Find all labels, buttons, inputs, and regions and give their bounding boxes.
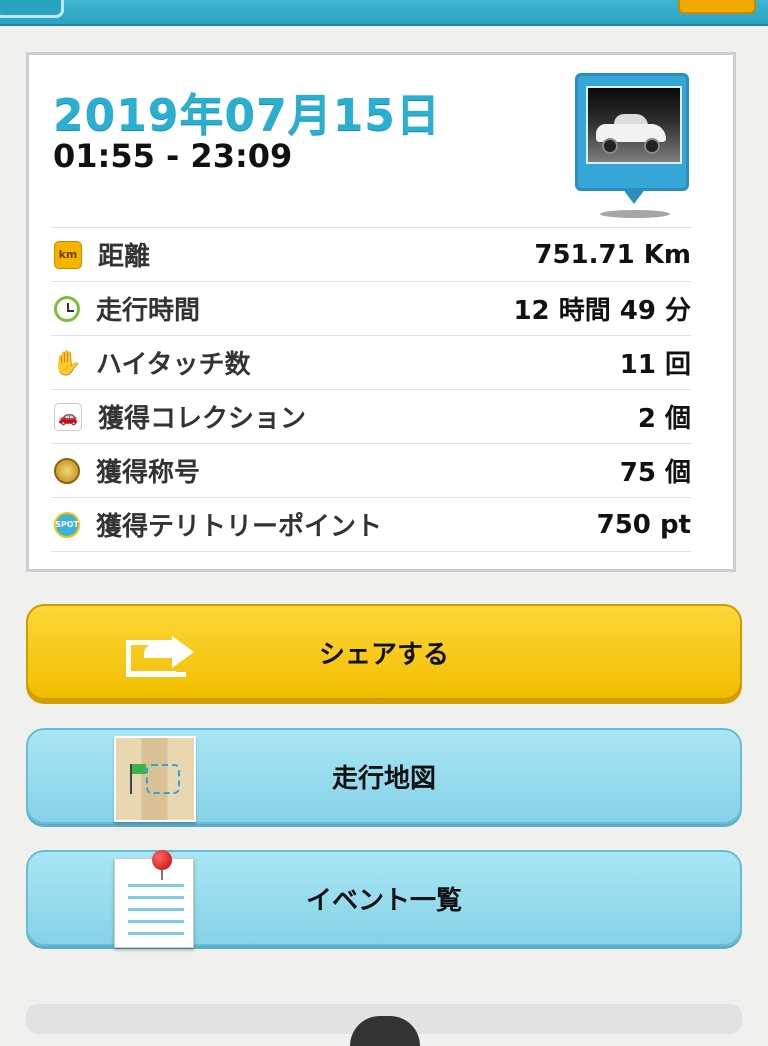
stats-list: km 距離 751.71 Km 走行時間 12 時間 49 分 ✋ ハイタッチ数… — [51, 227, 691, 552]
car-photo — [586, 86, 682, 164]
stat-value: 12 時間 49 分 — [513, 296, 691, 326]
stat-row-territory-points: SPOT 獲得テリトリーポイント 750 pt — [51, 497, 691, 552]
stat-row-collections: 🚗 獲得コレクション 2 個 — [51, 389, 691, 443]
stat-row-high-fives: ✋ ハイタッチ数 11 回 — [51, 335, 691, 389]
medal-icon — [54, 457, 80, 484]
event-list-button[interactable]: イベント一覧 — [26, 850, 742, 948]
map-icon — [114, 736, 196, 822]
top-bar — [0, 0, 768, 26]
share-button-label: シェアする — [318, 639, 449, 670]
event-list-button-label: イベント一覧 — [305, 885, 462, 916]
share-icon — [118, 618, 196, 688]
stat-label: 獲得テリトリーポイント — [96, 512, 383, 542]
car-icon: 🚗 — [54, 402, 82, 431]
stat-value: 2 個 — [637, 404, 691, 434]
stat-value: 751.71 Km — [534, 239, 691, 270]
stat-label: ハイタッチ数 — [96, 350, 251, 380]
spot-icon: SPOT — [54, 511, 80, 538]
km-icon: km — [54, 240, 82, 269]
stat-row-titles: 獲得称号 75 個 — [51, 443, 691, 497]
stat-label: 獲得コレクション — [98, 404, 307, 434]
stat-value: 75 個 — [619, 458, 691, 488]
stat-row-drive-time: 走行時間 12 時間 49 分 — [51, 281, 691, 335]
drive-time-range: 01:55 - 23:09 — [53, 137, 293, 175]
drive-map-button-label: 走行地図 — [331, 763, 436, 794]
stat-label: 走行時間 — [96, 296, 201, 326]
share-button[interactable]: シェアする — [26, 604, 742, 700]
memo-pin-icon — [114, 850, 196, 948]
stat-value: 750 pt — [596, 509, 691, 540]
clock-icon — [54, 295, 80, 322]
photo-pin-thumbnail[interactable] — [575, 73, 689, 218]
drive-date: 2019年07月15日 — [53, 90, 441, 141]
drive-map-button[interactable]: 走行地図 — [26, 728, 742, 824]
stat-row-distance: km 距離 751.71 Km — [51, 227, 691, 281]
stat-value: 11 回 — [619, 350, 691, 380]
stat-label: 獲得称号 — [96, 458, 201, 488]
stat-label: 距離 — [98, 242, 151, 272]
high-five-hand-icon: ✋ — [52, 348, 82, 377]
back-button[interactable] — [0, 0, 64, 18]
top-right-button[interactable] — [678, 0, 756, 14]
drive-summary-card: 2019年07月15日 01:55 - 23:09 km 距離 751.71 K… — [26, 52, 736, 572]
